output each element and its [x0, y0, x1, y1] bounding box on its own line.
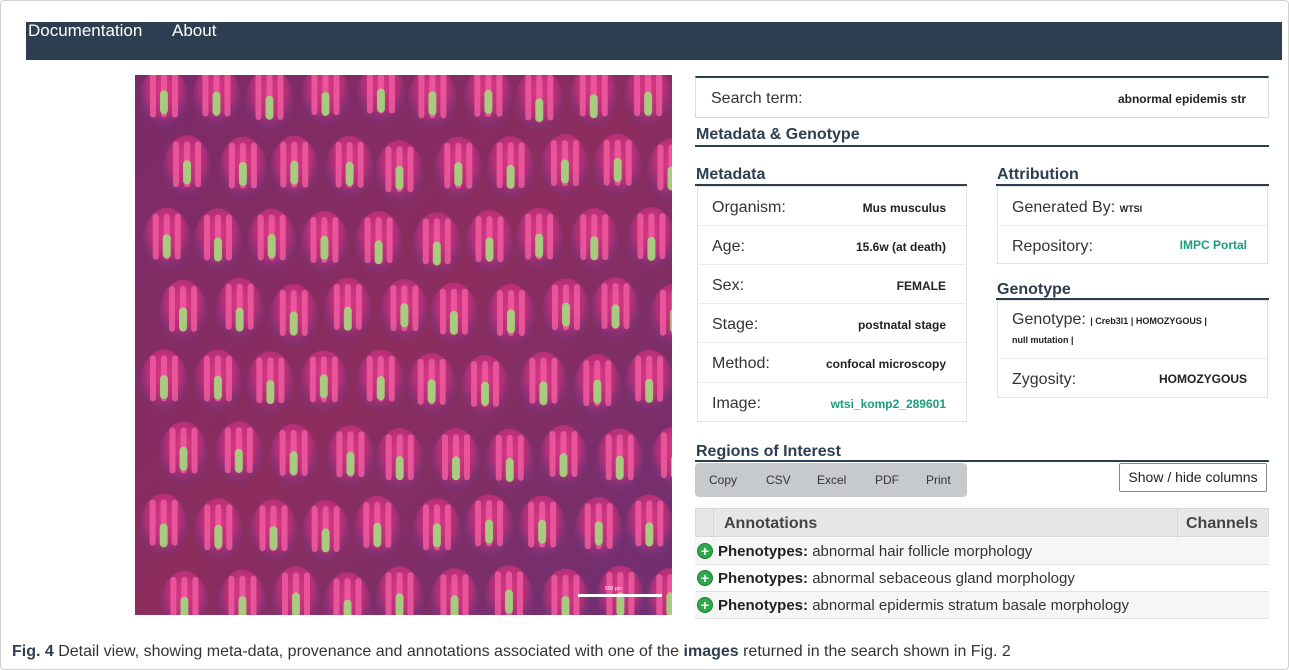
top-navbar: Documentation About: [26, 22, 1282, 60]
figure-caption: Fig. 4 Detail view, showing meta-data, p…: [12, 643, 1011, 660]
search-term-label: Search term:: [711, 90, 803, 107]
metadata-box: Organism: Mus musculus Age: 15.6w (at de…: [697, 186, 967, 422]
metadata-row-stage: Stage: postnatal stage: [698, 304, 966, 343]
search-term-value: abnormal epidemis str: [1117, 92, 1246, 106]
metadata-row-sex: Sex: FEMALE: [698, 265, 966, 304]
csv-button[interactable]: CSV: [766, 473, 791, 487]
row-annotation: Phenotypes: abnormal epidermis stratum b…: [718, 597, 1130, 614]
image-id-link[interactable]: wtsi_komp2_289601: [831, 397, 946, 411]
table-row: + Phenotypes: abnormal epidermis stratum…: [695, 592, 1269, 619]
expand-plus-icon[interactable]: +: [697, 570, 713, 586]
metadata-label: Sex:: [712, 277, 745, 294]
zygosity-value: HOMOZYGOUS: [1158, 372, 1247, 386]
genotype-row: Genotype: | Creb3l1 | HOMOZYGOUS | null …: [998, 301, 1267, 359]
metadata-label: Age:: [712, 238, 745, 255]
caption-fig-label: Fig. 4: [12, 643, 54, 660]
microscopy-image: 500 µm: [135, 75, 672, 615]
metadata-row-method: Method: confocal microscopy: [698, 343, 966, 383]
generated-by-value: WTSI: [1119, 204, 1143, 214]
metadata-row-organism: Organism: Mus musculus: [698, 187, 966, 226]
show-hide-columns-button[interactable]: Show / hide columns: [1119, 463, 1267, 492]
metadata-label: Organism:: [712, 199, 786, 216]
metadata-genotype-divider: [695, 145, 1269, 147]
table-row: + Phenotypes: abnormal hair follicle mor…: [695, 538, 1269, 565]
genotype-heading: Genotype: [997, 281, 1071, 298]
expand-plus-icon[interactable]: +: [697, 543, 713, 559]
repository-link[interactable]: IMPC Portal: [1180, 238, 1247, 252]
metadata-value: postnatal stage: [857, 318, 946, 332]
scale-bar: [578, 594, 662, 597]
metadata-value: confocal microscopy: [825, 357, 946, 371]
pdf-button[interactable]: PDF: [875, 473, 899, 487]
excel-button[interactable]: Excel: [817, 473, 846, 487]
print-button[interactable]: Print: [926, 473, 951, 487]
metadata-value: 15.6w (at death): [855, 240, 946, 254]
zygosity-row: Zygosity: HOMOZYGOUS: [998, 359, 1267, 399]
metadata-label: Image:: [712, 395, 761, 412]
microscopy-image-graphic: [135, 75, 672, 615]
nav-documentation-link[interactable]: Documentation: [28, 22, 142, 40]
regions-heading: Regions of Interest: [696, 443, 841, 460]
metadata-value: FEMALE: [896, 279, 946, 293]
metadata-row-image: Image: wtsi_komp2_289601: [698, 383, 966, 422]
annotations-column-header[interactable]: Annotations: [724, 515, 817, 533]
copy-button[interactable]: Copy: [709, 473, 737, 487]
metadata-genotype-heading: Metadata & Genotype: [696, 126, 860, 143]
channels-column-header[interactable]: Channels: [1186, 515, 1258, 533]
nav-about-link[interactable]: About: [172, 22, 216, 40]
metadata-label: Method:: [712, 355, 770, 372]
attribution-box: Generated By: WTSI Repository: IMPC Port…: [997, 186, 1268, 264]
table-row: + Phenotypes: abnormal sebaceous gland m…: [695, 565, 1269, 592]
header-separator: [1177, 509, 1178, 538]
row-annotation: Phenotypes: abnormal sebaceous gland mor…: [718, 570, 1075, 587]
metadata-value: Mus musculus: [862, 201, 946, 215]
table-header: Annotations Channels: [695, 508, 1269, 538]
attribution-label: Generated By: WTSI: [1012, 199, 1143, 216]
zygosity-label: Zygosity:: [1012, 371, 1077, 388]
export-button-group: Copy CSV Excel PDF Print: [695, 463, 967, 497]
scale-bar-label: 500 µm: [605, 586, 622, 592]
row-annotation: Phenotypes: abnormal hair follicle morph…: [718, 543, 1033, 560]
attribution-label: Repository:: [1012, 238, 1093, 255]
metadata-row-age: Age: 15.6w (at death): [698, 226, 966, 265]
metadata-heading: Metadata: [696, 166, 766, 183]
attribution-row-generated-by: Generated By: WTSI: [998, 187, 1267, 226]
genotype-value: | Creb3l1 | HOMOZYGOUS |: [1090, 316, 1207, 326]
genotype-label: Genotype: | Creb3l1 | HOMOZYGOUS |: [1012, 311, 1207, 328]
genotype-value-continued: null mutation |: [1012, 335, 1074, 345]
caption-bold-word: images: [683, 643, 739, 660]
expand-plus-icon[interactable]: +: [697, 597, 713, 613]
attribution-row-repository: Repository: IMPC Portal: [998, 226, 1267, 265]
header-separator: [713, 509, 714, 538]
attribution-heading: Attribution: [997, 166, 1079, 183]
regions-divider: [695, 460, 1269, 462]
metadata-label: Stage:: [712, 316, 759, 333]
search-term-panel: Search term: abnormal epidemis str: [695, 76, 1269, 118]
genotype-box: Genotype: | Creb3l1 | HOMOZYGOUS | null …: [997, 300, 1268, 398]
